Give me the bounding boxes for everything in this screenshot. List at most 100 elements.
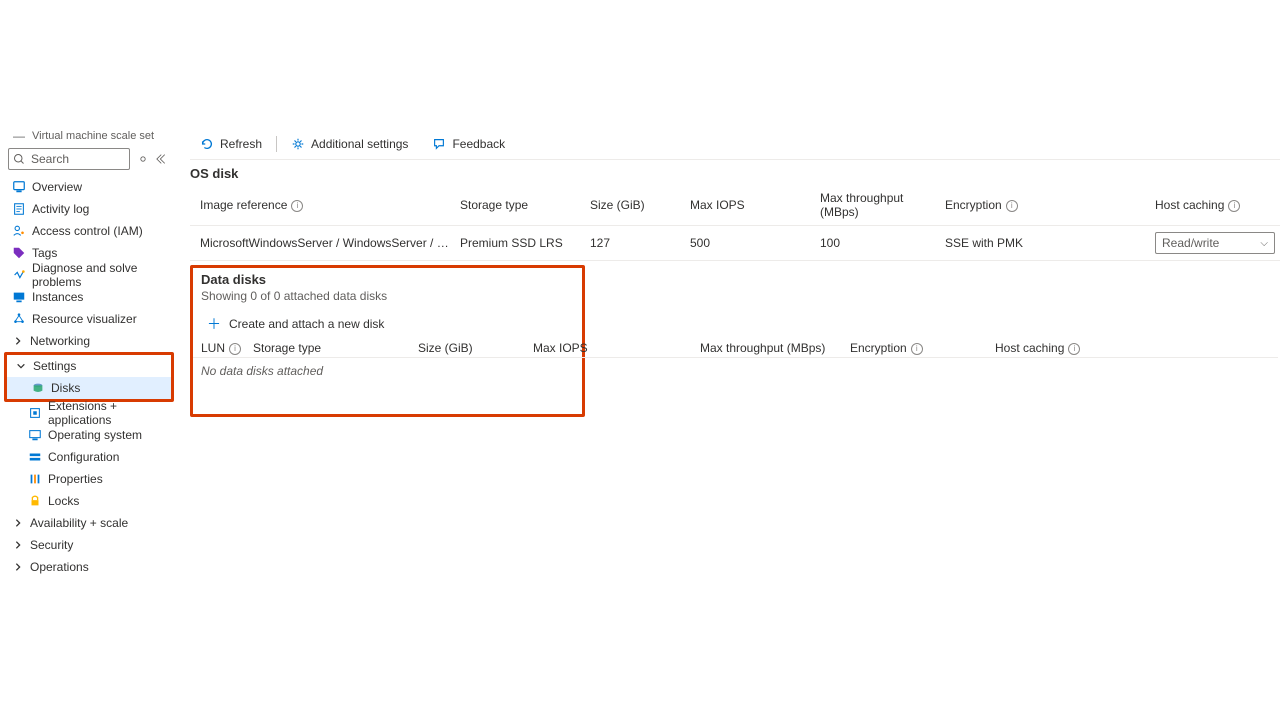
col-header-storage-type: Storage type <box>253 341 418 355</box>
os-disk-title: OS disk <box>190 160 1280 185</box>
col-header-storage-type: Storage type <box>460 198 590 212</box>
col-header-max-iops: Max IOPS <box>690 198 820 212</box>
sidebar-item-label: Instances <box>32 290 83 304</box>
toolbar-refresh-label: Refresh <box>220 137 262 151</box>
resource-header: — Virtual machine scale set <box>4 128 174 148</box>
instances-icon <box>12 290 26 304</box>
sidebar-group-operations[interactable]: Operations <box>4 556 174 578</box>
data-disks-highlight: Data disks Showing 0 of 0 attached data … <box>190 265 585 417</box>
plus-icon: ＋ <box>207 317 221 331</box>
sidebar-search-input[interactable] <box>29 151 125 167</box>
refresh-icon <box>200 137 214 151</box>
col-header-image-ref: Image referencei <box>200 198 460 212</box>
sidebar-item-label: Overview <box>32 180 82 194</box>
collapse-sidebar-icon[interactable] <box>156 152 170 166</box>
sidebar-item-configuration[interactable]: Configuration <box>4 446 174 468</box>
chevron-down-icon <box>15 360 27 372</box>
pin-icon[interactable] <box>136 152 150 166</box>
configuration-icon <box>28 450 42 464</box>
sidebar-item-extensions[interactable]: Extensions + applications <box>4 402 174 424</box>
os-icon <box>28 428 42 442</box>
cell-image-ref: MicrosoftWindowsServer / WindowsServer /… <box>200 236 460 250</box>
cell-storage-type: Premium SSD LRS <box>460 236 590 250</box>
sidebar-item-label: Properties <box>48 472 103 486</box>
data-disks-showing: Showing 0 of 0 attached data disks <box>193 287 582 313</box>
extensions-icon <box>28 406 42 420</box>
sidebar-item-label: Activity log <box>32 202 89 216</box>
sidebar-item-locks[interactable]: Locks <box>4 490 174 512</box>
resource-visualizer-icon <box>12 312 26 326</box>
info-icon[interactable]: i <box>911 343 923 355</box>
cell-encryption: SSE with PMK <box>945 236 1155 250</box>
create-attach-disk-label: Create and attach a new disk <box>229 317 384 331</box>
sidebar-item-resource-visualizer[interactable]: Resource visualizer <box>4 308 174 330</box>
sidebar-item-diagnose[interactable]: Diagnose and solve problems <box>4 264 174 286</box>
data-disks-header-row: LUNi Storage type Size (GiB) Max IOPS Ma… <box>193 339 1278 358</box>
sidebar-item-label: Availability + scale <box>30 516 128 530</box>
sidebar-item-label: Operations <box>30 560 89 574</box>
col-header-host-caching: Host cachingi <box>995 341 1220 355</box>
col-header-host-caching: Host cachingi <box>1155 198 1280 212</box>
toolbar-feedback-label: Feedback <box>452 137 505 151</box>
sidebar-item-label: Settings <box>33 359 76 373</box>
toolbar-additional-label: Additional settings <box>311 137 408 151</box>
host-caching-select[interactable]: Read/write ⌵ <box>1155 232 1275 254</box>
os-disk-table: Image referencei Storage type Size (GiB)… <box>190 185 1280 261</box>
cell-max-iops: 500 <box>690 236 820 250</box>
gear-icon <box>291 137 305 151</box>
chevron-right-icon <box>12 539 24 551</box>
sidebar-item-label: Access control (IAM) <box>32 224 143 238</box>
os-disk-header-row: Image referencei Storage type Size (GiB)… <box>190 185 1280 225</box>
feedback-button[interactable]: Feedback <box>422 128 515 159</box>
sidebar: — Virtual machine scale set Overview Act <box>4 128 174 720</box>
activity-log-icon <box>12 202 26 216</box>
col-header-max-throughput: Max throughput (MBps) <box>700 341 850 355</box>
col-header-size: Size (GiB) <box>590 198 690 212</box>
col-header-lun: LUNi <box>201 341 253 355</box>
cell-size: 127 <box>590 236 690 250</box>
sidebar-item-label: Disks <box>51 381 80 395</box>
sidebar-group-availability-scale[interactable]: Availability + scale <box>4 512 174 534</box>
sidebar-search[interactable] <box>8 148 130 170</box>
sidebar-item-label: Locks <box>48 494 79 508</box>
create-attach-disk-button[interactable]: ＋ Create and attach a new disk <box>193 313 582 339</box>
tags-icon <box>12 246 26 260</box>
sidebar-item-label: Networking <box>30 334 90 348</box>
additional-settings-button[interactable]: Additional settings <box>281 128 418 159</box>
disks-icon <box>31 381 45 395</box>
sidebar-item-label: Configuration <box>48 450 119 464</box>
info-icon[interactable]: i <box>1068 343 1080 355</box>
sidebar-group-settings[interactable]: Settings <box>7 355 171 377</box>
sidebar-group-security[interactable]: Security <box>4 534 174 556</box>
sidebar-item-properties[interactable]: Properties <box>4 468 174 490</box>
sidebar-item-operating-system[interactable]: Operating system <box>4 424 174 446</box>
data-disks-empty-message: No data disks attached <box>193 358 582 384</box>
sidebar-item-activity-log[interactable]: Activity log <box>4 198 174 220</box>
chevron-down-icon: ⌵ <box>1260 238 1268 249</box>
col-header-encryption: Encryptioni <box>945 198 1155 212</box>
sidebar-item-networking[interactable]: Networking <box>4 330 174 352</box>
resource-type-label: Virtual machine scale set <box>32 130 154 142</box>
col-header-encryption: Encryptioni <box>850 341 995 355</box>
sidebar-item-iam[interactable]: Access control (IAM) <box>4 220 174 242</box>
sidebar-item-instances[interactable]: Instances <box>4 286 174 308</box>
info-icon[interactable]: i <box>1228 200 1240 212</box>
properties-icon <box>28 472 42 486</box>
cell-max-throughput: 100 <box>820 236 945 250</box>
refresh-button[interactable]: Refresh <box>190 128 272 159</box>
info-icon[interactable]: i <box>229 343 241 355</box>
host-caching-value: Read/write <box>1162 236 1219 250</box>
sidebar-item-overview[interactable]: Overview <box>4 176 174 198</box>
chevron-right-icon <box>12 517 24 529</box>
info-icon[interactable]: i <box>1006 200 1018 212</box>
diagnose-icon <box>12 268 26 282</box>
sidebar-item-label: Diagnose and solve problems <box>32 261 170 289</box>
search-icon <box>13 153 25 165</box>
sidebar-item-label: Security <box>30 538 73 552</box>
info-icon[interactable]: i <box>291 200 303 212</box>
os-disk-row: MicrosoftWindowsServer / WindowsServer /… <box>190 225 1280 261</box>
sidebar-item-label: Resource visualizer <box>32 312 137 326</box>
sidebar-item-disks[interactable]: Disks <box>7 377 171 399</box>
sidebar-nav: Overview Activity log Access control (IA… <box>4 176 174 578</box>
sidebar-item-label: Tags <box>32 246 57 260</box>
